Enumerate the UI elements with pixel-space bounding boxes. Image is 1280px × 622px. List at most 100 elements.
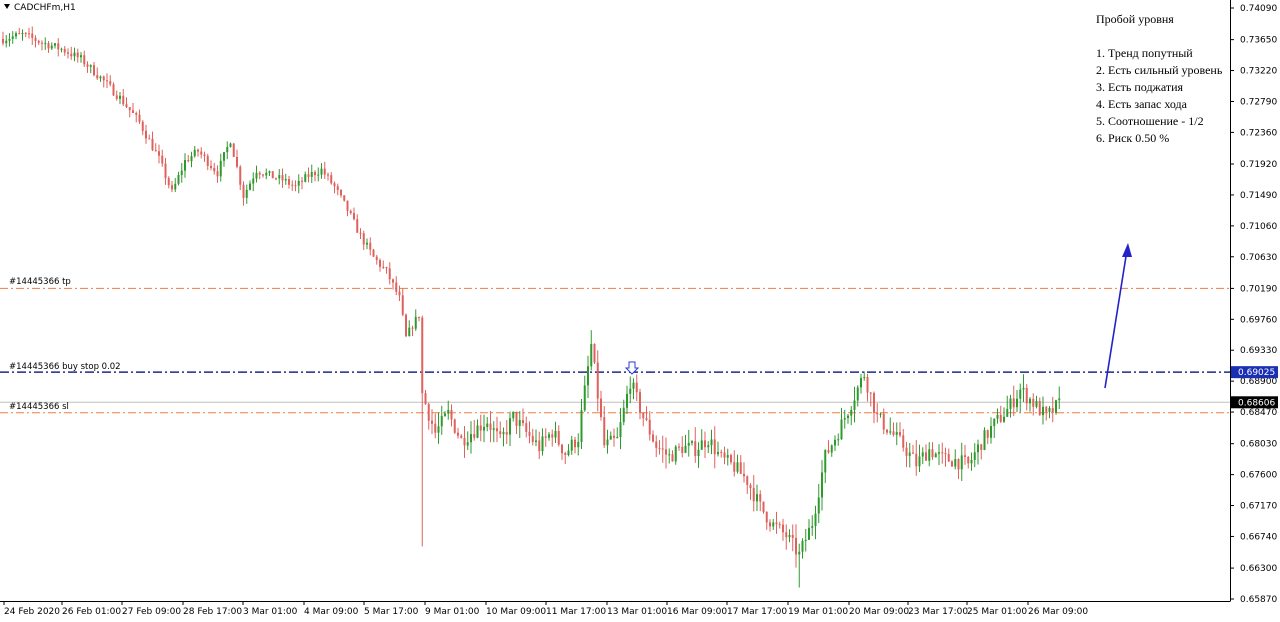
candle-body [743, 473, 745, 477]
note-item: 5. Соотношение - 1/2 [1096, 114, 1204, 128]
candle-body [252, 178, 255, 184]
candle-body [284, 179, 287, 181]
price-tick-label: 0.68470 [1240, 408, 1277, 418]
symbol-title-text: CADCHFm,H1 [14, 3, 76, 13]
candle-body [281, 175, 284, 181]
time-tick-label: 19 Mar 01:00 [788, 607, 848, 617]
candle-body [860, 377, 862, 388]
candle-body [990, 426, 992, 438]
candle-body [710, 439, 713, 446]
candle-body [154, 150, 157, 152]
candle-body [876, 412, 879, 415]
candle-body [470, 434, 472, 443]
candle-body [197, 149, 199, 152]
candle-body [941, 452, 944, 454]
candle-body [564, 453, 567, 456]
candle-body [28, 33, 30, 35]
candle-body [574, 439, 576, 448]
candle-body [866, 376, 869, 393]
candle-body [850, 409, 853, 416]
candle-body [707, 445, 710, 448]
candle-body [567, 450, 570, 456]
candle-body [1029, 398, 1031, 404]
time-tick-label: 25 Mar 01:00 [967, 607, 1027, 617]
candle-body [340, 189, 342, 196]
candle-body [119, 95, 121, 99]
candle-body [145, 130, 147, 139]
order-levels [0, 287, 1230, 414]
candle-body [733, 462, 736, 472]
candle-body [853, 400, 856, 410]
candle-body [954, 459, 957, 467]
candle-body [50, 45, 53, 49]
candle-body [132, 110, 134, 113]
note-item: 1. Тренд попутный [1096, 46, 1193, 60]
symbol-title[interactable]: CADCHFm,H1 [4, 3, 76, 13]
candle-body [538, 440, 541, 452]
candle-body [1006, 408, 1009, 417]
candle-body [444, 413, 446, 416]
candle-body [557, 430, 560, 445]
candles-layer [2, 26, 1061, 588]
candle-body [778, 524, 781, 526]
candle-body [964, 455, 966, 457]
candle-body [431, 420, 433, 424]
price-axis: 0.74090 0.73650 0.73220 0.72790 0.72360 0.719… [1230, 4, 1278, 605]
price-tick-label: 0.71490 [1240, 191, 1277, 201]
candle-body [200, 151, 203, 155]
price-tick-label: 0.72790 [1240, 97, 1277, 107]
candle-body [86, 64, 89, 67]
candle-body [856, 387, 859, 401]
candle-body [2, 38, 4, 44]
price-tick-label: 0.73220 [1240, 67, 1277, 77]
candle-body [723, 452, 726, 458]
candle-body [242, 184, 245, 198]
candle-body [167, 178, 170, 186]
candle-body [957, 459, 960, 470]
candle-body [268, 171, 271, 173]
price-tick-label: 0.66740 [1240, 532, 1277, 542]
candle-body [678, 446, 680, 448]
candle-body [531, 435, 534, 442]
candle-body [561, 444, 563, 454]
candle-body [177, 175, 180, 184]
candle-body [125, 104, 128, 108]
candle-body [1009, 398, 1012, 409]
candle-body [385, 267, 388, 269]
candle-body [245, 189, 248, 198]
price-tick-label: 0.71060 [1240, 222, 1277, 232]
buystop-level-label: #14445366 buy stop 0.02 [9, 362, 121, 372]
price-tick-label: 0.67170 [1240, 502, 1277, 512]
candle-body [219, 160, 222, 177]
time-tick-label: 24 Feb 2020 [4, 607, 60, 617]
candle-body [834, 439, 836, 446]
candle-body [304, 174, 307, 182]
candle-body [213, 168, 216, 172]
candle-body [980, 444, 983, 450]
candle-body [658, 447, 661, 449]
time-tick-label: 4 Mar 09:00 [304, 607, 359, 617]
candle-body [1058, 398, 1061, 401]
projection-arrow-line [1104, 249, 1128, 389]
price-tick-label: 0.74090 [1240, 4, 1277, 14]
candle-body [795, 537, 797, 555]
candle-body [151, 138, 154, 151]
candle-body [278, 175, 281, 179]
candle-body [928, 449, 931, 461]
candle-body [769, 522, 771, 527]
time-tick-label: 20 Mar 09:00 [849, 607, 909, 617]
candle-body [681, 447, 684, 453]
time-tick-label: 28 Feb 17:00 [183, 607, 242, 617]
candle-body [457, 432, 459, 436]
candle-body [203, 154, 206, 157]
candle-body [460, 435, 463, 438]
candle-body [951, 461, 953, 467]
candle-body [570, 439, 573, 451]
candle-body [759, 494, 762, 502]
dropdown-triangle-icon[interactable] [4, 4, 10, 9]
candle-body [772, 522, 775, 527]
candle-body [902, 435, 905, 448]
price-chart[interactable]: 0.74090 0.73650 0.73220 0.72790 0.72360 0.719… [0, 0, 1280, 622]
time-tick-label: 26 Mar 09:00 [1028, 607, 1088, 617]
candle-body [648, 419, 651, 435]
